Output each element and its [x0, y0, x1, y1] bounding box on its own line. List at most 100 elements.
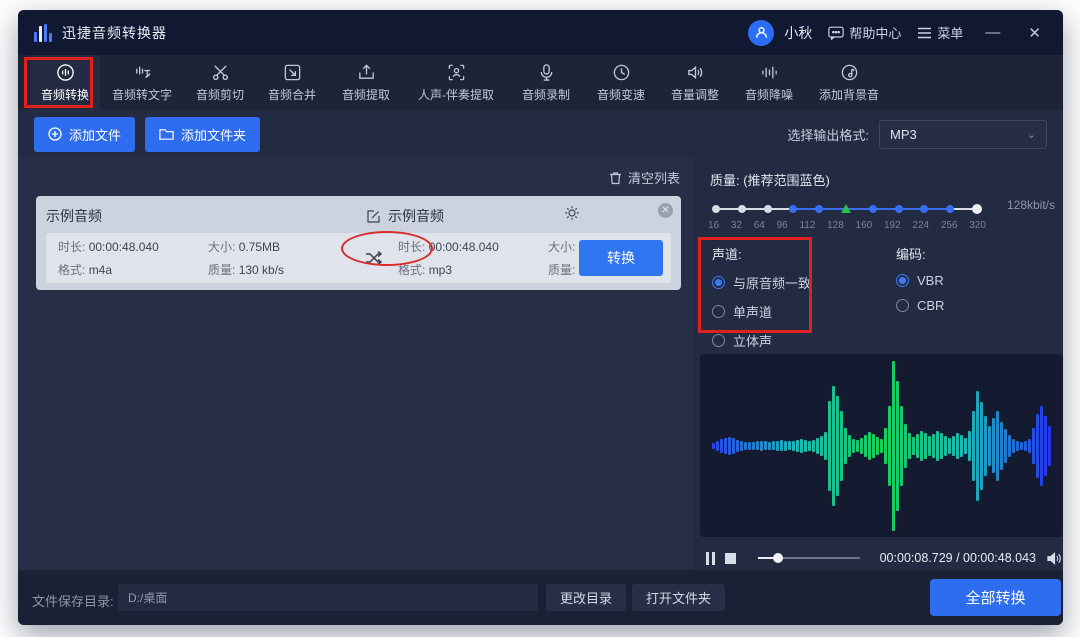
add-folder-button[interactable]: 添加文件夹	[145, 117, 260, 152]
tab-vocal-extract[interactable]: 人声-伴奏提取	[404, 55, 508, 110]
save-dir-label: 文件保存目录:	[32, 591, 114, 610]
menu-button[interactable]: 菜单	[917, 23, 963, 42]
plus-circle-icon	[48, 127, 62, 141]
clock-icon	[612, 63, 631, 82]
app-window: 迅捷音频转换器 小秋 帮助中心	[18, 10, 1063, 625]
radio-channel-stereo[interactable]: 立体声	[712, 331, 811, 350]
folder-icon	[159, 128, 174, 141]
slider-dot[interactable]	[712, 205, 720, 213]
encoding-label: 编码:	[896, 244, 944, 263]
file-info-row: 时长: 00:00:48.040 大小: 0.75MB 格式: m4a 质量: …	[46, 233, 671, 283]
tab-audio-record[interactable]: 音频录制	[508, 55, 584, 110]
tab-volume-adjust[interactable]: 音量调整	[658, 55, 732, 110]
tab-audio-convert[interactable]: 音频转换	[30, 55, 100, 110]
tab-add-bgm[interactable]: 添加背景音	[806, 55, 892, 110]
person-icon	[754, 25, 769, 40]
denoise-bars-icon	[760, 63, 779, 82]
convert-circle-icon	[56, 63, 75, 82]
slider-dot[interactable]	[815, 205, 823, 213]
slider-current-marker[interactable]	[841, 204, 851, 213]
gear-icon	[564, 205, 580, 221]
user-avatar[interactable]	[748, 20, 774, 46]
radio-encoding-vbr[interactable]: VBR	[896, 273, 944, 288]
chat-bubble-icon	[828, 26, 844, 40]
channel-group: 声道: 与原音频一致 单声道 立体声	[712, 244, 811, 350]
slider-dot[interactable]	[946, 205, 954, 213]
tab-audio-merge[interactable]: 音频合并	[256, 55, 328, 110]
scissors-icon	[211, 63, 230, 82]
footer-bar: 文件保存目录: 更改目录 打开文件夹 全部转换	[18, 570, 1063, 625]
convert-all-button[interactable]: 全部转换	[930, 579, 1061, 616]
source-file-title: 示例音频	[46, 206, 102, 226]
radio-channel-original[interactable]: 与原音频一致	[712, 273, 811, 292]
radio-channel-mono[interactable]: 单声道	[712, 302, 811, 321]
speaker-icon	[1046, 551, 1063, 566]
minimize-button[interactable]: —	[979, 22, 1006, 43]
settings-panel: 质量: (推荐范围蓝色)	[700, 158, 1063, 570]
feature-toolbar: 音频转换 音频转文字 音频剪切 音频合并	[18, 55, 1063, 110]
slider-handle[interactable]	[972, 204, 982, 214]
merge-icon	[283, 63, 302, 82]
edit-icon[interactable]	[366, 209, 381, 224]
output-format-label: 选择输出格式:	[787, 125, 869, 144]
app-screenshot: 迅捷音频转换器 小秋 帮助中心	[0, 0, 1080, 637]
chevron-down-icon: ⌄	[1027, 128, 1036, 141]
channel-label: 声道:	[712, 244, 811, 263]
audio-to-text-icon	[133, 63, 152, 82]
waveform-bars	[712, 354, 1052, 537]
change-dir-button[interactable]: 更改目录	[546, 584, 626, 611]
microphone-icon	[537, 63, 556, 82]
close-button[interactable]: ✕	[1022, 22, 1047, 44]
progress-handle[interactable]	[773, 553, 783, 563]
slider-dot[interactable]	[895, 205, 903, 213]
radio-icon	[712, 334, 725, 347]
trash-icon	[609, 171, 622, 185]
radio-encoding-cbr[interactable]: CBR	[896, 298, 944, 313]
app-title: 迅捷音频转换器	[62, 23, 167, 43]
waveform-preview	[700, 354, 1063, 537]
shuffle-arrows-icon	[364, 250, 382, 266]
add-file-button[interactable]: 添加文件	[34, 117, 135, 152]
speaker-icon	[686, 63, 705, 82]
title-bar: 迅捷音频转换器 小秋 帮助中心	[18, 10, 1063, 55]
slider-dot[interactable]	[764, 205, 772, 213]
tab-audio-to-text[interactable]: 音频转文字	[100, 55, 184, 110]
remove-file-button[interactable]: ✕	[658, 203, 673, 218]
help-center-button[interactable]: 帮助中心	[828, 23, 901, 42]
open-folder-button[interactable]: 打开文件夹	[632, 584, 725, 611]
radio-icon	[712, 276, 725, 289]
username[interactable]: 小秋	[784, 23, 812, 43]
convert-button[interactable]: 转换	[579, 240, 663, 276]
volume-button[interactable]	[1046, 551, 1063, 566]
quality-slider[interactable]	[716, 204, 978, 214]
stop-button[interactable]	[725, 553, 736, 564]
tab-audio-extract[interactable]: 音频提取	[328, 55, 404, 110]
tab-audio-speed[interactable]: 音频变速	[584, 55, 658, 110]
hamburger-icon	[917, 27, 932, 39]
action-row: 添加文件 添加文件夹 选择输出格式: MP3 ⌄	[18, 110, 1063, 158]
pause-button[interactable]	[706, 552, 715, 565]
radio-icon	[712, 305, 725, 318]
vocal-extract-icon	[447, 63, 466, 82]
quality-tick-labels: 1632 6496 112128 160192 224256 320	[708, 220, 986, 231]
slider-dot[interactable]	[869, 205, 877, 213]
save-dir-input[interactable]	[118, 584, 538, 611]
playback-controls: 00:00:08.729 / 00:00:48.043	[706, 546, 1063, 570]
slider-dot[interactable]	[789, 205, 797, 213]
slider-dot[interactable]	[738, 205, 746, 213]
slider-dot[interactable]	[920, 205, 928, 213]
file-settings-button[interactable]	[564, 205, 580, 221]
output-format-select[interactable]: MP3 ⌄	[879, 120, 1047, 149]
encoding-group: 编码: VBR CBR	[896, 244, 944, 313]
file-list-panel: 清空列表 示例音频 示例音频	[18, 158, 694, 570]
tab-audio-cut[interactable]: 音频剪切	[184, 55, 256, 110]
radio-icon	[896, 299, 909, 312]
clear-list-button[interactable]: 清空列表	[609, 168, 680, 187]
app-logo-icon	[34, 24, 52, 42]
tab-audio-denoise[interactable]: 音频降噪	[732, 55, 806, 110]
playback-progress-bar[interactable]	[758, 557, 860, 559]
target-file-title: 示例音频	[366, 206, 444, 226]
playback-time: 00:00:08.729 / 00:00:48.043	[880, 551, 1036, 565]
quality-current-value: 128kbit/s	[1007, 198, 1055, 212]
extract-icon	[357, 63, 376, 82]
